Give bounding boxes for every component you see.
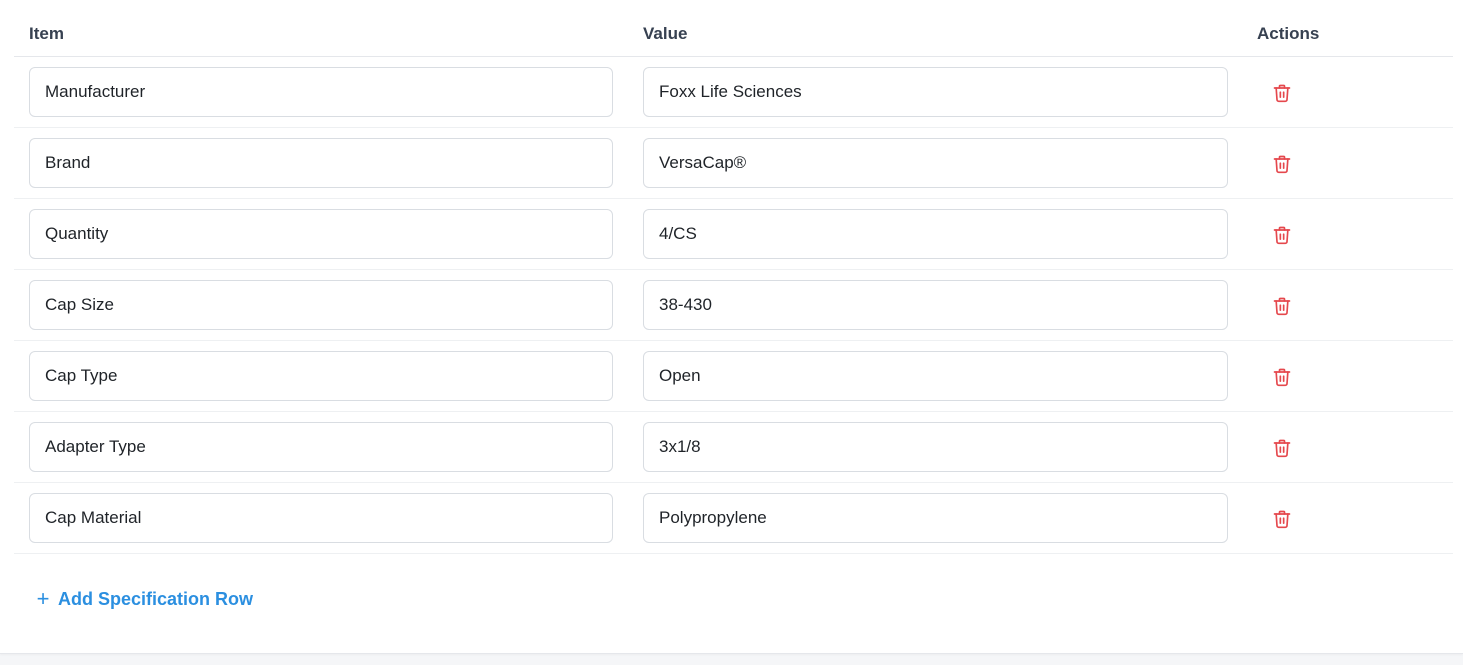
delete-row-button[interactable] [1269, 364, 1295, 390]
item-input[interactable] [29, 351, 613, 401]
trash-icon [1272, 438, 1292, 458]
specification-panel: Item Value Actions + Add Specification R… [0, 0, 1463, 654]
item-input[interactable] [29, 493, 613, 543]
item-input[interactable] [29, 67, 613, 117]
table-row [14, 270, 1453, 341]
value-input[interactable] [643, 67, 1228, 117]
add-specification-row-button[interactable]: + Add Specification Row [36, 588, 253, 610]
item-input[interactable] [29, 209, 613, 259]
table-row [14, 341, 1453, 412]
table-row [14, 199, 1453, 270]
delete-row-button[interactable] [1269, 222, 1295, 248]
column-header-item: Item [29, 24, 64, 43]
trash-icon [1272, 154, 1292, 174]
trash-icon [1272, 83, 1292, 103]
delete-row-button[interactable] [1269, 506, 1295, 532]
table-row [14, 483, 1453, 554]
table-body [14, 57, 1453, 554]
table-header: Item Value Actions [14, 0, 1453, 57]
delete-row-button[interactable] [1269, 435, 1295, 461]
specification-table: Item Value Actions [14, 0, 1453, 554]
item-input[interactable] [29, 422, 613, 472]
value-input[interactable] [643, 138, 1228, 188]
trash-icon [1272, 225, 1292, 245]
item-input[interactable] [29, 138, 613, 188]
table-row [14, 412, 1453, 483]
value-input[interactable] [643, 493, 1228, 543]
plus-icon: + [36, 586, 50, 611]
trash-icon [1272, 296, 1292, 316]
value-input[interactable] [643, 280, 1228, 330]
delete-row-button[interactable] [1269, 80, 1295, 106]
trash-icon [1272, 509, 1292, 529]
delete-row-button[interactable] [1269, 293, 1295, 319]
delete-row-button[interactable] [1269, 151, 1295, 177]
item-input[interactable] [29, 280, 613, 330]
table-row [14, 128, 1453, 199]
column-header-value: Value [643, 24, 688, 43]
table-row [14, 57, 1453, 128]
value-input[interactable] [643, 209, 1228, 259]
value-input[interactable] [643, 351, 1228, 401]
trash-icon [1272, 367, 1292, 387]
add-specification-row-label: Add Specification Row [58, 588, 254, 609]
column-header-actions: Actions [1257, 24, 1320, 43]
value-input[interactable] [643, 422, 1228, 472]
